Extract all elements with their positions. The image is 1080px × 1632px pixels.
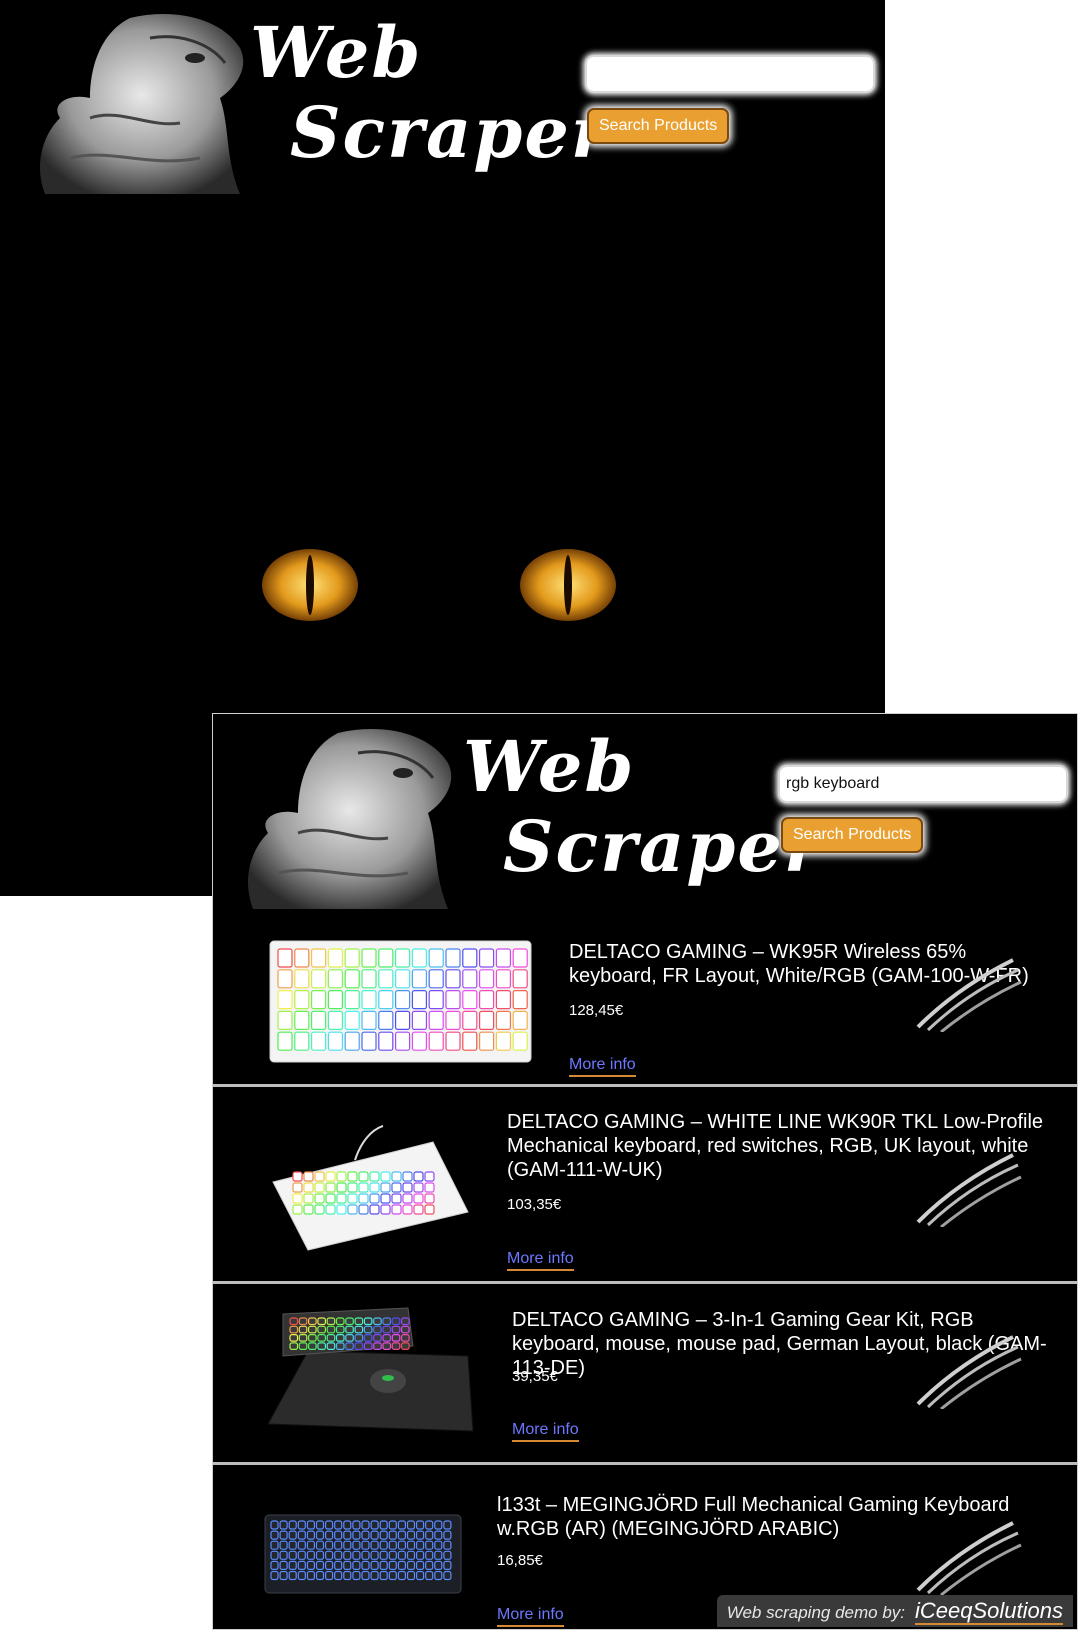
product-image <box>268 1307 474 1432</box>
claw-marks-icon <box>916 1153 1022 1227</box>
search-products-button[interactable]: Search Products <box>781 817 924 853</box>
product-image <box>269 940 532 1063</box>
search-input[interactable] <box>585 55 875 93</box>
more-info-link[interactable]: More info <box>497 1606 564 1627</box>
cat-eyes-image <box>262 549 616 621</box>
search-input[interactable] <box>778 765 1068 803</box>
window-search-results: Web Scraper Search Products DELTACO GAMI… <box>212 713 1078 1630</box>
results-list: DELTACO GAMING – WK95R Wireless 65% keyb… <box>213 927 1077 1629</box>
result-card: DELTACO GAMING – WK95R Wireless 65% keyb… <box>213 927 1077 1087</box>
result-card: DELTACO GAMING – WHITE LINE WK90R TKL Lo… <box>213 1087 1077 1284</box>
search-products-button[interactable]: Search Products <box>587 108 730 144</box>
site-header: Web Scraper Search Products <box>213 714 1077 922</box>
result-price: 39,35€ <box>512 1368 558 1385</box>
tiger-logo-icon <box>248 728 452 909</box>
product-image <box>264 1514 462 1594</box>
more-info-link[interactable]: More info <box>507 1250 574 1271</box>
logo-word-scraper: Scraper <box>290 91 610 174</box>
result-price: 16,85€ <box>497 1552 543 1569</box>
credit-brand[interactable]: iCeeqSolutions <box>915 1598 1063 1625</box>
logo-word-web: Web <box>250 11 423 94</box>
more-info-link[interactable]: More info <box>512 1421 579 1442</box>
tiger-logo-icon <box>40 13 244 194</box>
logo-word-scraper: Scraper <box>503 805 823 888</box>
result-card: DELTACO GAMING – 3-In-1 Gaming Gear Kit,… <box>213 1284 1077 1465</box>
claw-marks-icon <box>916 958 1022 1032</box>
credit-prefix: Web scraping demo by: <box>726 1603 906 1622</box>
result-price: 103,35€ <box>507 1196 562 1213</box>
more-info-link[interactable]: More info <box>569 1056 636 1077</box>
product-image <box>272 1125 469 1251</box>
claw-marks-icon <box>916 1521 1022 1595</box>
logo-word-web: Web <box>463 725 636 808</box>
site-header: Web Scraper Search Products <box>0 0 885 204</box>
claw-marks-icon <box>916 1335 1022 1409</box>
result-price: 128,45€ <box>569 1002 624 1019</box>
credit-badge: Web scraping demo by: iCeeqSolutions <box>716 1595 1073 1627</box>
